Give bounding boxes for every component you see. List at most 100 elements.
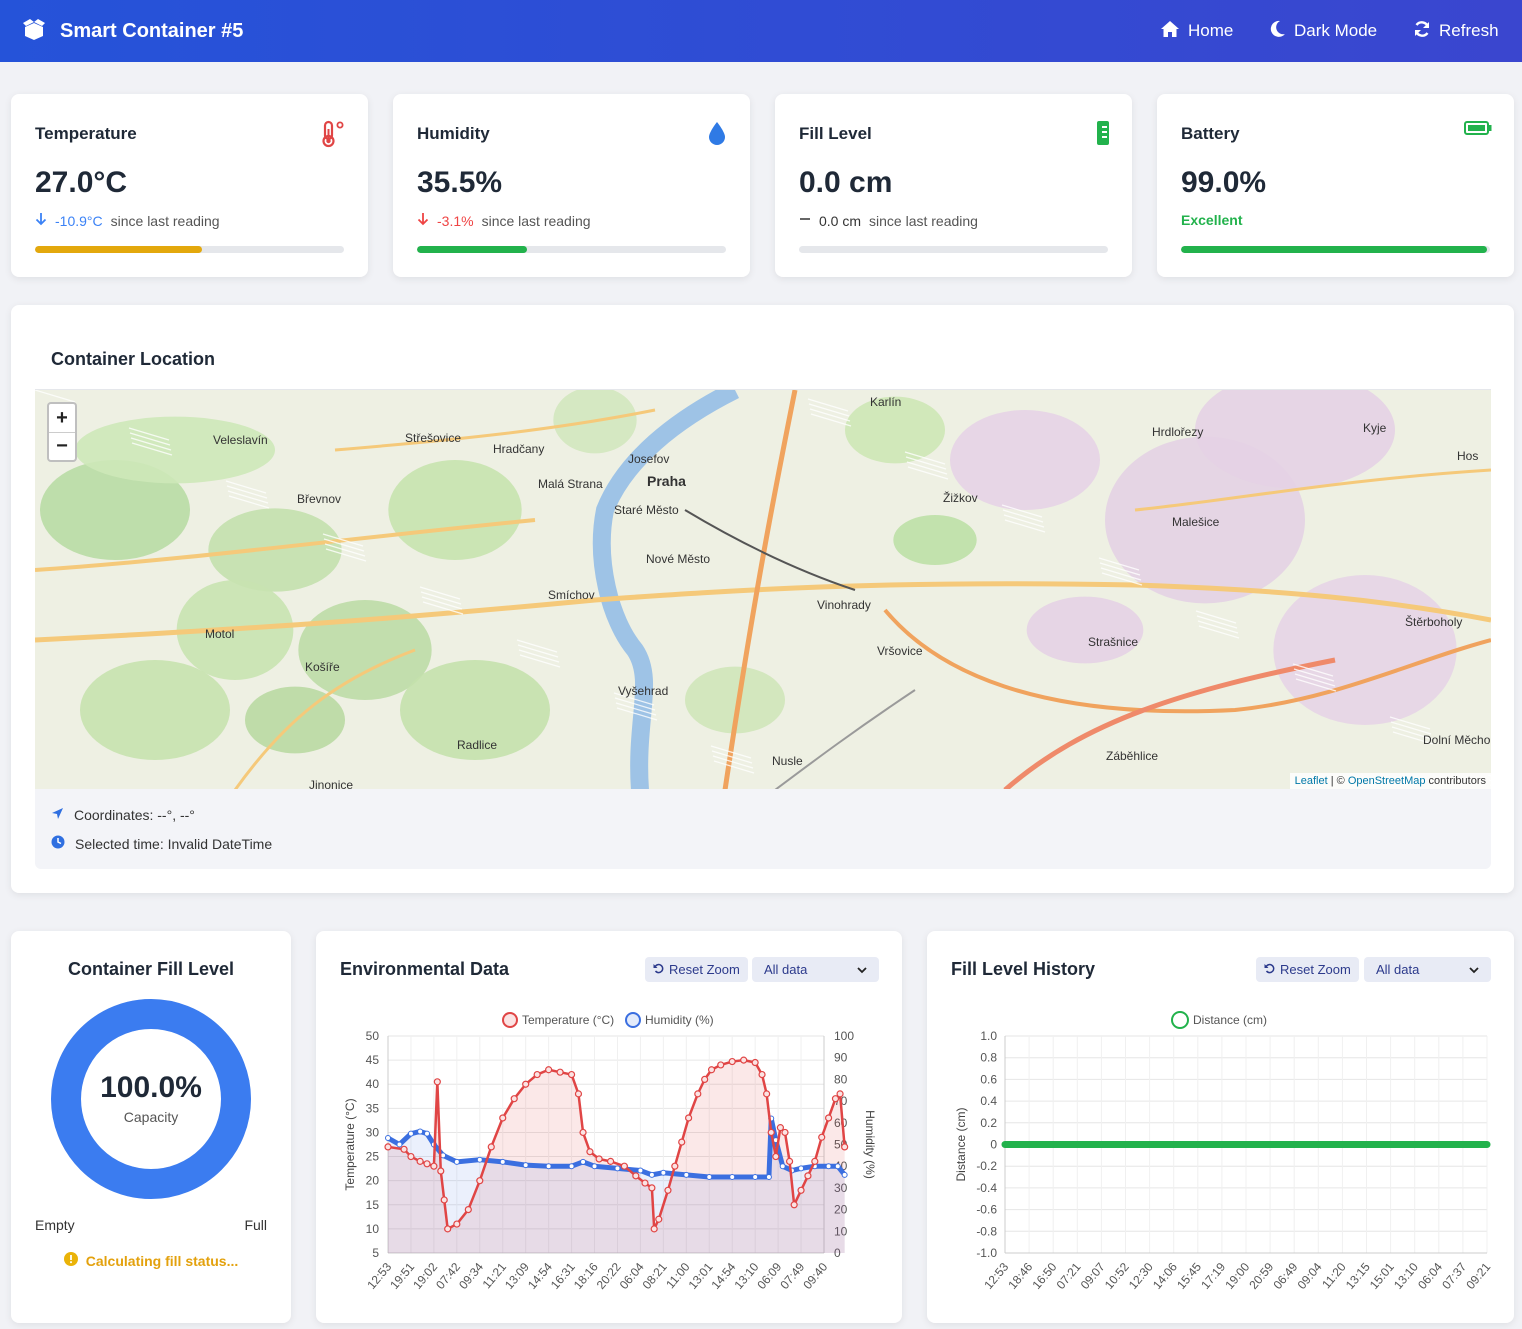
- humidity-point: [499, 1158, 506, 1165]
- temperature-point: [579, 1128, 587, 1137]
- temperature-change-suffix: since last reading: [110, 212, 220, 229]
- temperature-point: [671, 1162, 679, 1170]
- gauge-full-label: Full: [244, 1217, 267, 1233]
- fill-xtick: 09:21: [1463, 1260, 1493, 1292]
- fill-history-line-chart[interactable]: Distance (cm) 1.0 0.8 0.6 0.4 0.2 0 -0.2 -0.4 -0.…: [927, 993, 1514, 1323]
- fill-range-value: All data: [1376, 962, 1420, 977]
- top-navbar: Smart Container #5 Home Dark Mode Refres…: [0, 0, 1522, 62]
- humidity-point: [476, 1156, 483, 1163]
- temperature-point: [811, 1157, 819, 1165]
- temperature-point: [740, 1056, 748, 1064]
- location-card: Container Location Karlín Střešovice Hradč…: [11, 305, 1514, 893]
- zoom-in-button[interactable]: +: [49, 404, 75, 432]
- map-label: Hos: [1457, 449, 1478, 463]
- battery-status: Excellent: [1181, 212, 1243, 228]
- fill-range-select[interactable]: All data: [1364, 957, 1491, 982]
- env-xtick: 13:09: [502, 1260, 532, 1292]
- map-attribution: Leaflet | © OpenStreetMap contributors: [1289, 773, 1491, 789]
- temperature-point: [567, 1070, 576, 1079]
- env-y2label: Humidity (%): [863, 1110, 877, 1179]
- zoom-control: + −: [47, 402, 77, 462]
- temperature-point: [433, 1078, 441, 1086]
- temperature-point: [556, 1068, 564, 1076]
- temperature-point: [831, 1095, 840, 1103]
- nav-home[interactable]: Home: [1160, 0, 1233, 62]
- temperature-point: [655, 1215, 663, 1223]
- fill-xtick: 07:21: [1054, 1260, 1084, 1292]
- map-label: Hradčany: [493, 442, 544, 456]
- env-ytick: 10: [366, 1222, 380, 1236]
- fill-xtick: 15:45: [1174, 1260, 1204, 1292]
- temperature-point: [790, 1201, 798, 1209]
- map-area-16: [80, 660, 230, 760]
- humidity-change: -3.1% since last reading: [417, 212, 591, 229]
- temperature-progress: [35, 246, 344, 253]
- location-title: Container Location: [51, 349, 216, 369]
- map-label: Smíchov: [548, 588, 595, 602]
- selected-time-text: Selected time: Invalid DateTime: [75, 835, 273, 852]
- temperature-point: [664, 1186, 672, 1194]
- map-label: Veleslavín: [213, 433, 268, 447]
- nav-dark-mode[interactable]: Dark Mode: [1270, 0, 1377, 62]
- osm-link[interactable]: OpenStreetMap: [1348, 775, 1426, 787]
- map-label: Žižkov: [943, 490, 978, 505]
- gauge-empty-label: Empty: [35, 1217, 75, 1233]
- env-range-value: All data: [764, 962, 808, 977]
- temperature-point: [758, 1070, 766, 1079]
- zoom-out-button[interactable]: −: [49, 432, 75, 460]
- undo-icon: [653, 962, 664, 977]
- fill-gauge-caption: Capacity: [123, 1109, 179, 1125]
- env-y2tick: 100: [834, 1029, 854, 1043]
- map-view[interactable]: Karlín Střešovice Hradčany Veleslavín Břevno…: [35, 389, 1491, 789]
- brand[interactable]: Smart Container #5: [20, 0, 243, 62]
- temperature-point: [751, 1058, 759, 1067]
- map-label: Střešovice: [405, 431, 461, 445]
- fill-ytick: 0: [990, 1138, 997, 1152]
- moon-icon: [1270, 20, 1286, 43]
- refresh-icon: [1413, 20, 1431, 43]
- env-xtick: 12:53: [364, 1260, 394, 1292]
- map-label: Malešice: [1172, 515, 1220, 529]
- temperature-point: [487, 1143, 495, 1151]
- temperature-point: [707, 1066, 716, 1074]
- nav-refresh[interactable]: Refresh: [1413, 0, 1499, 62]
- humidity-point: [752, 1174, 759, 1181]
- env-xtick: 06:04: [617, 1260, 647, 1292]
- fill-ylabel: Distance (cm): [954, 1107, 968, 1181]
- temperature-point: [416, 1157, 424, 1165]
- level-bars-icon: [1096, 120, 1110, 151]
- humidity-point: [841, 1171, 848, 1178]
- env-xtick: 20:22: [594, 1260, 624, 1292]
- legend-distance-marker: [1171, 1011, 1189, 1029]
- temperature-point: [464, 1206, 472, 1214]
- humidity-point: [385, 1134, 391, 1141]
- fill-status: Calculating fill status...: [11, 1252, 291, 1269]
- leaflet-link[interactable]: Leaflet: [1295, 775, 1328, 787]
- env-range-select[interactable]: All data: [752, 957, 879, 982]
- fill-xtick: 13:15: [1343, 1260, 1373, 1292]
- environment-line-chart[interactable]: Temperature (°C) Humidity (%) 5 10 15 20 25 30 3…: [316, 993, 902, 1323]
- map-label: Štěrboholy: [1405, 614, 1462, 629]
- battery-icon: [1464, 120, 1492, 141]
- fill-reset-zoom-button[interactable]: Reset Zoom: [1256, 957, 1359, 982]
- env-xtick: 14:54: [525, 1260, 555, 1292]
- fill-xtick: 14:06: [1150, 1260, 1180, 1292]
- temperature-point: [510, 1095, 518, 1103]
- map-label: Košíře: [305, 660, 340, 674]
- water-drop-icon: [706, 120, 728, 151]
- map-label: Vinohrady: [817, 598, 871, 612]
- temperature-point: [818, 1133, 826, 1141]
- env-reset-zoom-button[interactable]: Reset Zoom: [645, 957, 748, 982]
- coordinates-text: Coordinates: --°, --°: [74, 807, 195, 823]
- environment-chart-card: Environmental Data Reset Zoom All data T…: [316, 931, 902, 1323]
- fill-gauge-title: Container Fill Level: [67, 959, 235, 979]
- map-tiles[interactable]: Karlín Střešovice Hradčany Veleslavín Břevno…: [35, 390, 1491, 789]
- env-xtick: 09:40: [800, 1260, 830, 1292]
- temperature-point: [444, 1225, 452, 1233]
- humidity-point: [683, 1171, 690, 1178]
- humidity-point: [614, 1165, 621, 1172]
- chevron-down-icon: [857, 962, 867, 977]
- humidity-point: [417, 1128, 424, 1135]
- legend-hum-label: Humidity (%): [645, 1013, 714, 1027]
- humidity-point: [407, 1130, 414, 1137]
